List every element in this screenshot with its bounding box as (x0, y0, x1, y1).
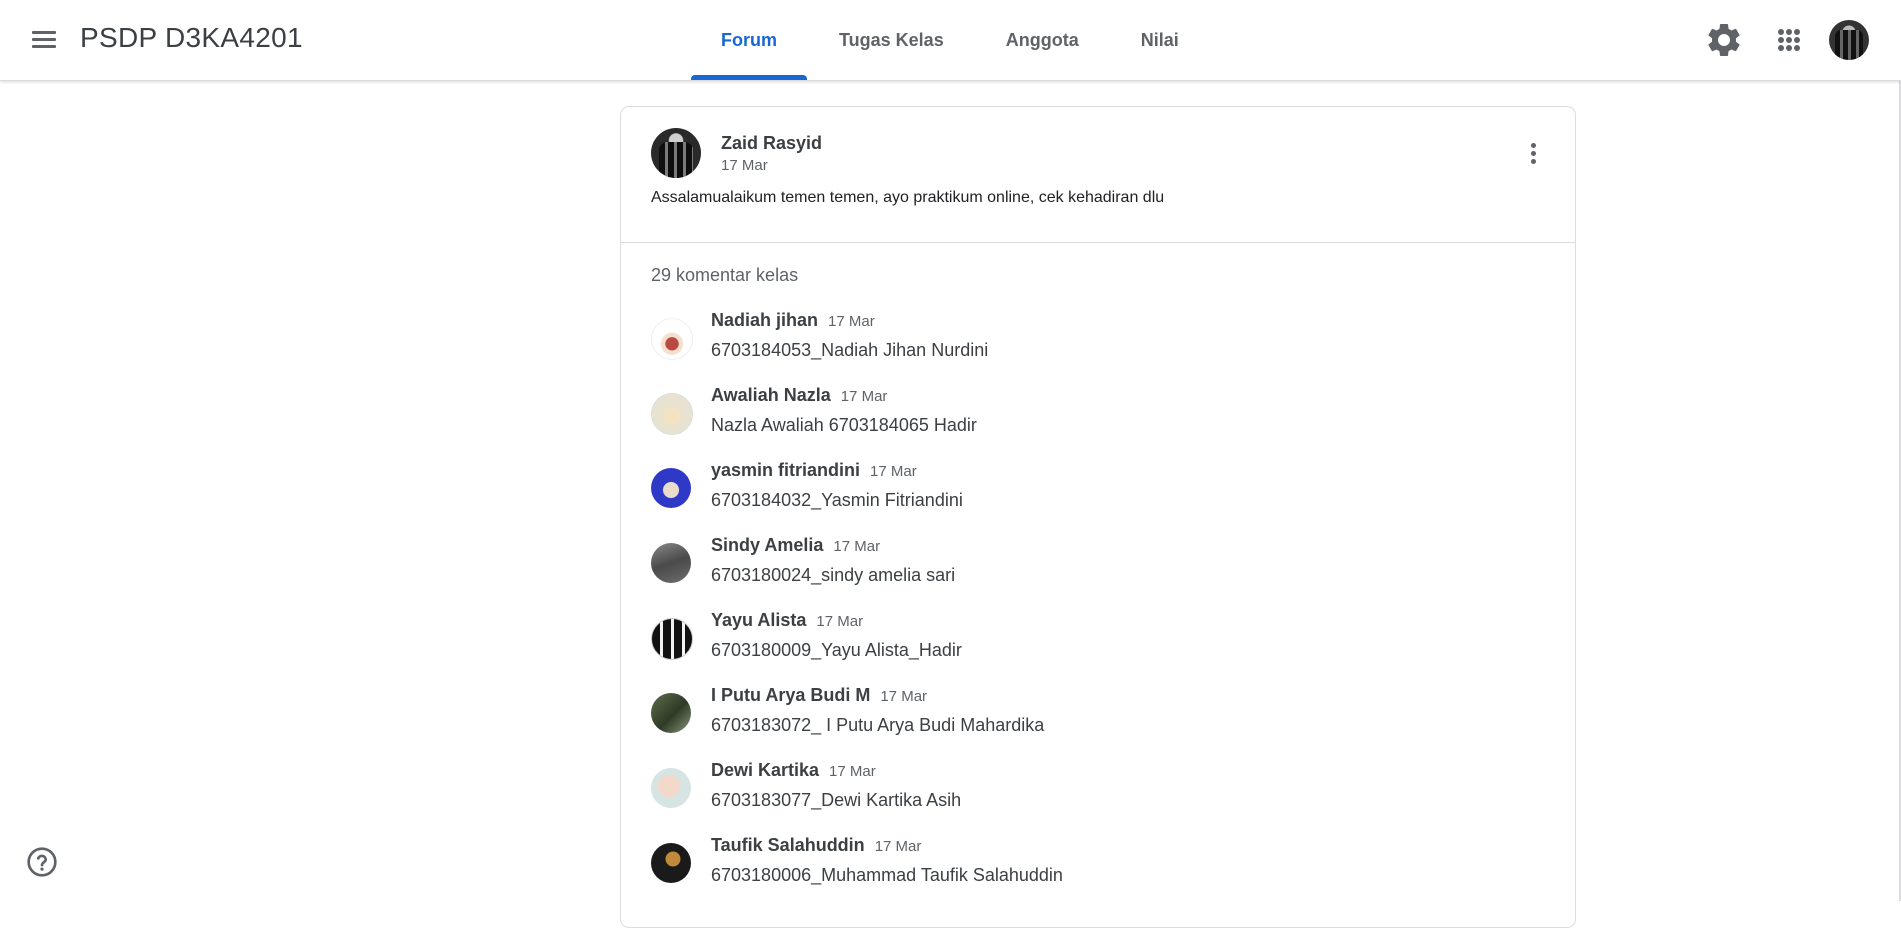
comment-author: Awaliah Nazla 17 Mar (711, 385, 888, 405)
avatar (651, 768, 691, 808)
comment-date: 17 Mar (870, 463, 917, 480)
comment-author: Yayu Alista 17 Mar (711, 610, 864, 630)
class-title[interactable]: PSDP D3KA4201 (80, 22, 303, 54)
tab-nilai[interactable]: Nilai (1111, 0, 1209, 80)
avatar (651, 468, 691, 508)
comment-text: 6703183077_Dewi Kartika Asih (711, 790, 962, 810)
comment-date: 17 Mar (829, 763, 876, 780)
comment-item: Nadiah jihan 17 Mar 6703184053_Nadiah Jih… (651, 310, 1531, 380)
comment-text: 6703180006_Muhammad Taufik Salahuddin (711, 865, 1063, 885)
avatar (651, 693, 691, 733)
comment-item: I Putu Arya Budi M 17 Mar 6703183072_ I P… (651, 685, 1531, 755)
avatar (651, 393, 693, 435)
comment-item: Taufik Salahuddin 17 Mar 6703180006_Muham… (651, 835, 1531, 905)
more-vert-icon[interactable] (1521, 137, 1545, 171)
comment-text: 6703184032_Yasmin Fitriandini (711, 490, 963, 510)
comment-text: Nazla Awaliah 6703184065 Hadir (711, 415, 977, 435)
comments-count-link[interactable]: 29 komentar kelas (651, 265, 798, 286)
comment-text: 6703183072_ I Putu Arya Budi Mahardika (711, 715, 1045, 735)
tab-tugas-kelas[interactable]: Tugas Kelas (809, 0, 974, 80)
comment-text: 6703180024_sindy amelia sari (711, 565, 956, 585)
comment-date: 17 Mar (880, 688, 928, 705)
apps-grid-icon[interactable] (1769, 20, 1809, 60)
comment-author: Dewi Kartika 17 Mar (711, 760, 876, 780)
comment-item: yasmin fitriandini 17 Mar 6703184032_Yasm… (651, 460, 1531, 530)
avatar (651, 128, 701, 178)
help-circle-icon[interactable] (26, 846, 58, 878)
comment-date: 17 Mar (840, 388, 888, 405)
comment-author: Taufik Salahuddin 17 Mar (711, 835, 922, 855)
post-author: Zaid Rasyid (721, 133, 823, 153)
avatar (651, 543, 691, 583)
account-avatar[interactable] (1829, 20, 1869, 60)
tab-forum[interactable]: Forum (691, 0, 807, 80)
comment-date: 17 Mar (833, 538, 881, 555)
avatar (651, 318, 693, 360)
post-text: Assalamualaikum temen temen, ayo praktik… (651, 189, 1165, 206)
comment-item: Sindy Amelia 17 Mar 6703180024_sindy amel… (651, 535, 1531, 605)
avatar (651, 618, 693, 660)
comment-author: Sindy Amelia 17 Mar (711, 535, 881, 555)
comment-item: Awaliah Nazla 17 Mar Nazla Awaliah 670318… (651, 385, 1531, 455)
comment-author: yasmin fitriandini 17 Mar (711, 460, 917, 480)
divider (621, 242, 1575, 243)
avatar (651, 843, 691, 883)
comment-text: 6703184053_Nadiah Jihan Nurdini (711, 340, 989, 360)
comment-date: 17 Mar (828, 313, 875, 330)
comment-author: Nadiah jihan 17 Mar (711, 310, 875, 330)
post-date: 17 Mar (721, 157, 768, 174)
comment-item: Yayu Alista 17 Mar 6703180009_Yayu Alista… (651, 610, 1531, 680)
tab-bar: Forum Tugas Kelas Anggota Nilai (691, 0, 1211, 80)
stream-post-card: Zaid Rasyid 17 Mar Assalamualaikum temen… (620, 106, 1576, 928)
comment-date: 17 Mar (874, 838, 922, 855)
menu-icon[interactable] (26, 22, 62, 58)
comment-item: Dewi Kartika 17 Mar 6703183077_Dewi Karti… (651, 760, 1531, 830)
tab-anggota[interactable]: Anggota (976, 0, 1109, 80)
comment-author: I Putu Arya Budi M 17 Mar (711, 685, 928, 705)
top-app-bar: PSDP D3KA4201 Forum Tugas Kelas Anggota … (0, 0, 1901, 81)
comment-text: 6703180009_Yayu Alista_Hadir (711, 640, 962, 660)
gear-icon[interactable] (1704, 20, 1744, 60)
comment-date: 17 Mar (816, 613, 864, 630)
